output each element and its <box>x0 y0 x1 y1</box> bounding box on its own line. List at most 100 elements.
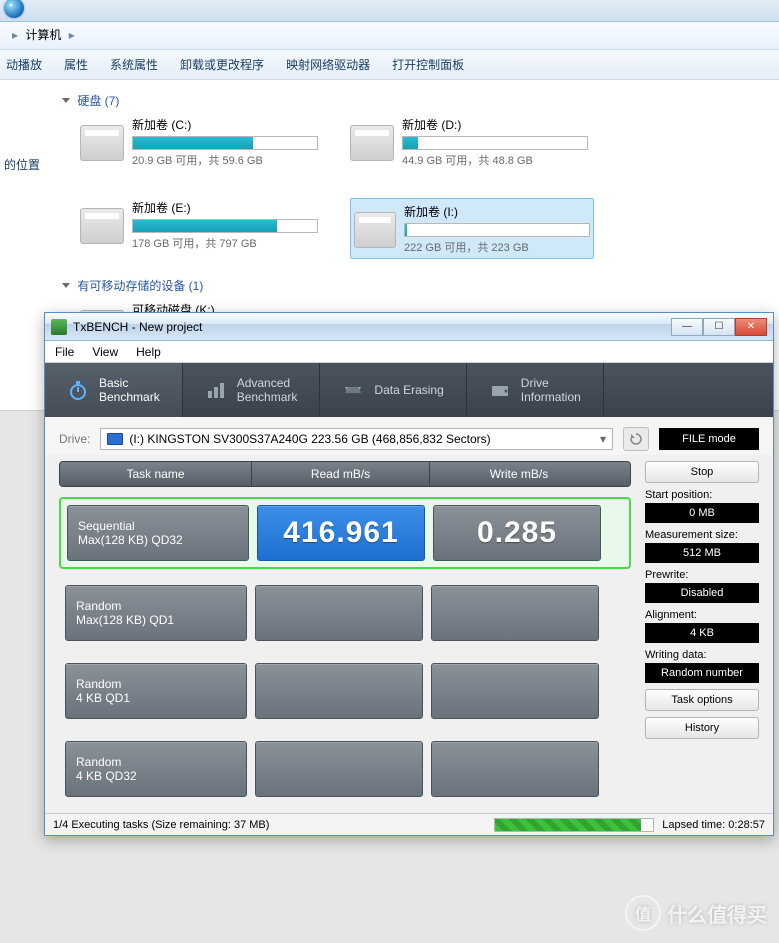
window-title: TxBENCH - New project <box>73 320 202 334</box>
file-mode-button[interactable]: FILE mode <box>659 428 759 450</box>
drive-info: 20.9 GB 可用，共 59.6 GB <box>132 152 320 168</box>
tab-advanced-benchmark[interactable]: AdvancedBenchmark <box>183 363 321 417</box>
task-options-button[interactable]: Task options <box>645 689 759 711</box>
drive-item[interactable]: 新加卷 (C:) 20.9 GB 可用，共 59.6 GB <box>80 115 320 168</box>
breadcrumb[interactable]: ▸ 计算机 ▸ <box>0 22 779 50</box>
collapse-icon[interactable] <box>62 98 70 103</box>
section-removable[interactable]: 有可移动存储的设备 (1) <box>62 273 775 300</box>
lapsed-value: 0:28:57 <box>728 819 765 831</box>
task-read-cell <box>255 741 423 797</box>
header-task: Task name <box>60 462 252 486</box>
task-name-cell[interactable]: Random 4 KB QD1 <box>65 663 247 719</box>
window-frame-top <box>0 0 779 22</box>
close-button[interactable]: ✕ <box>735 318 767 336</box>
drive-label: Drive: <box>59 432 90 446</box>
task-name-l1: Sequential <box>78 519 238 533</box>
drive-item[interactable]: 新加卷 (D:) 44.9 GB 可用，共 48.8 GB <box>350 115 590 168</box>
prewrite-label: Prewrite: <box>645 569 759 581</box>
txbench-window: TxBENCH - New project — ☐ ✕ File View He… <box>44 312 774 836</box>
task-write-cell <box>431 741 599 797</box>
drive-label: 新加卷 (D:) <box>402 115 590 134</box>
titlebar[interactable]: TxBENCH - New project — ☐ ✕ <box>45 313 773 341</box>
menu-view[interactable]: View <box>92 345 118 359</box>
app-icon <box>51 319 67 335</box>
tab-data-erasing[interactable]: Data Erasing <box>320 363 466 417</box>
task-name-l2: Max(128 KB) QD1 <box>76 613 236 627</box>
sidebar-label: 的位置 <box>4 156 54 173</box>
menu-file[interactable]: File <box>55 345 74 359</box>
toolbar-system-properties[interactable]: 系统属性 <box>110 56 158 73</box>
collapse-icon[interactable] <box>62 283 70 288</box>
task-name-l2: Max(128 KB) QD32 <box>78 533 238 547</box>
tab-drive-information[interactable]: DriveInformation <box>467 363 604 417</box>
drive-info: 222 GB 可用，共 223 GB <box>404 239 590 255</box>
writing-data-label: Writing data: <box>645 649 759 661</box>
toolbar-control-panel[interactable]: 打开控制面板 <box>392 56 464 73</box>
task-write-cell <box>431 663 599 719</box>
toolbar-uninstall[interactable]: 卸载或更改程序 <box>180 56 264 73</box>
drive-label: 新加卷 (E:) <box>132 198 320 217</box>
task-name-cell[interactable]: Random Max(128 KB) QD1 <box>65 585 247 641</box>
measurement-size-label: Measurement size: <box>645 529 759 541</box>
watermark-text: 什么值得买 <box>667 899 767 928</box>
alignment-label: Alignment: <box>645 609 759 621</box>
drive-item[interactable]: 新加卷 (I:) 222 GB 可用，共 223 GB <box>350 198 594 259</box>
task-name-cell[interactable]: Sequential Max(128 KB) QD32 <box>67 505 249 561</box>
watermark: 值 什么值得买 <box>625 895 767 931</box>
stop-button[interactable]: Stop <box>645 461 759 483</box>
drive-info-icon <box>489 379 511 401</box>
drive-select[interactable]: (I:) KINGSTON SV300S37A240G 223.56 GB (4… <box>100 428 613 450</box>
drive-info: 178 GB 可用，共 797 GB <box>132 235 320 251</box>
task-name-cell[interactable]: Random 4 KB QD32 <box>65 741 247 797</box>
start-orb[interactable] <box>4 0 52 18</box>
drive-info: 44.9 GB 可用，共 48.8 GB <box>402 152 590 168</box>
maximize-button[interactable]: ☐ <box>703 318 735 336</box>
chevron-down-icon[interactable]: ▾ <box>600 432 606 446</box>
task-name-l2: 4 KB QD1 <box>76 691 236 705</box>
minimize-button[interactable]: — <box>671 318 703 336</box>
bars-icon <box>205 379 227 401</box>
task-row[interactable]: Random 4 KB QD1 <box>59 657 631 725</box>
drive-usage-bar <box>402 136 588 150</box>
hdd-icon <box>354 212 396 248</box>
drive-label: 新加卷 (I:) <box>404 202 590 221</box>
drive-usage-bar <box>132 219 318 233</box>
prewrite-value: Disabled <box>645 583 759 603</box>
write-value: 0.285 <box>477 516 557 550</box>
breadcrumb-arrow: ▸ <box>65 28 79 42</box>
erase-icon <box>342 379 364 401</box>
menu-help[interactable]: Help <box>136 345 161 359</box>
drive-item[interactable]: 新加卷 (E:) 178 GB 可用，共 797 GB <box>80 198 320 259</box>
table-header: Task name Read mB/s Write mB/s <box>59 461 631 487</box>
toolbar-autoplay[interactable]: 动播放 <box>6 56 42 73</box>
toolbar-map-network[interactable]: 映射网络驱动器 <box>286 56 370 73</box>
task-name-l1: Random <box>76 599 236 613</box>
breadcrumb-arrow: ▸ <box>8 28 22 42</box>
explorer-toolbar: 动播放 属性 系统属性 卸载或更改程序 映射网络驱动器 打开控制面板 <box>0 50 779 80</box>
tab-strip: BasicBenchmark AdvancedBenchmark Data Er… <box>45 363 773 417</box>
menu-bar: File View Help <box>45 341 773 363</box>
drive-select-value: (I:) KINGSTON SV300S37A240G 223.56 GB (4… <box>129 432 490 446</box>
progress-bar <box>494 818 654 832</box>
stopwatch-icon <box>67 379 89 401</box>
writing-data-value: Random number <box>645 663 759 683</box>
task-read-cell <box>255 585 423 641</box>
refresh-button[interactable] <box>623 427 649 451</box>
section-disks[interactable]: 硬盘 (7) <box>62 88 775 115</box>
toolbar-properties[interactable]: 属性 <box>64 56 88 73</box>
task-row[interactable]: Random 4 KB QD32 <box>59 735 631 803</box>
task-row[interactable]: Sequential Max(128 KB) QD32 416.961 0.28… <box>59 497 631 569</box>
start-position-label: Start position: <box>645 489 759 501</box>
header-read: Read mB/s <box>252 462 430 486</box>
measurement-size-value: 512 MB <box>645 543 759 563</box>
breadcrumb-root[interactable]: 计算机 <box>25 28 61 42</box>
hdd-icon <box>80 125 124 161</box>
drive-usage-bar <box>132 136 318 150</box>
task-write-cell: 0.285 <box>433 505 601 561</box>
task-read-cell: 416.961 <box>257 505 425 561</box>
task-row[interactable]: Random Max(128 KB) QD1 <box>59 579 631 647</box>
tab-basic-benchmark[interactable]: BasicBenchmark <box>45 363 183 417</box>
status-bar: 1/4 Executing tasks (Size remaining: 37 … <box>45 813 773 835</box>
history-button[interactable]: History <box>645 717 759 739</box>
lapsed-label: Lapsed time: <box>662 819 725 831</box>
